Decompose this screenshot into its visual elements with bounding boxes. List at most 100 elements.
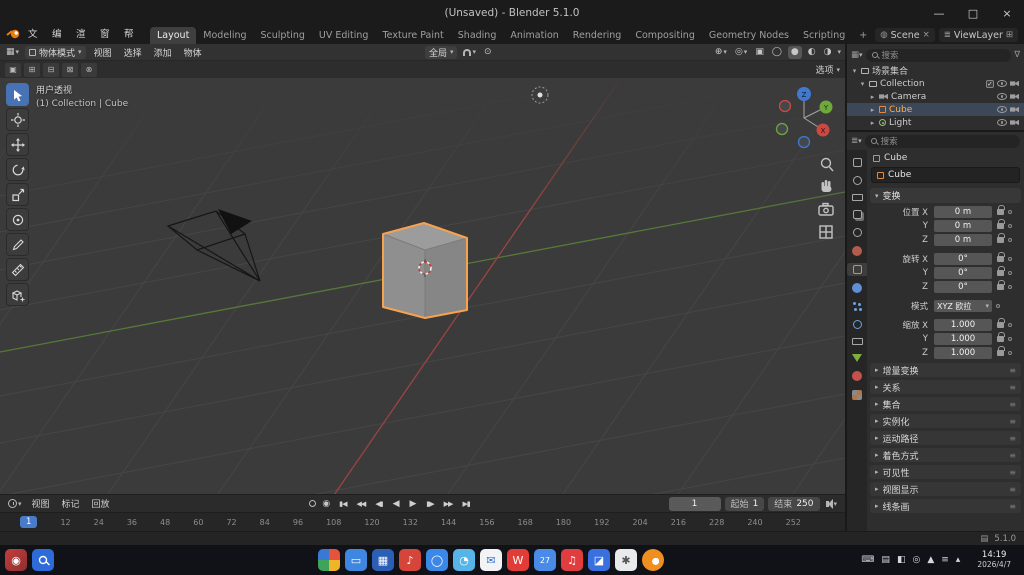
panel-relations[interactable]: ▸ 关系 ≡ (870, 380, 1021, 394)
hide-eye-icon[interactable] (997, 119, 1007, 126)
render-visibility-icon[interactable] (1010, 93, 1019, 100)
prev-frame-button[interactable]: ◀▮ (372, 500, 385, 508)
play-button[interactable]: ▶ (406, 499, 419, 509)
select-mode-invert-button[interactable]: ⊠ (62, 62, 78, 77)
animate-dot[interactable] (1008, 285, 1012, 289)
3d-viewport[interactable]: Z Y X 用户透视 (1) Collection | Cube (0, 78, 845, 494)
taskbar-search-button[interactable] (32, 549, 54, 571)
display-icon[interactable]: ▤ (881, 555, 890, 565)
vp-menu-add[interactable]: 添加 (150, 46, 176, 59)
collection-checkbox[interactable]: ✓ (986, 79, 994, 88)
transform-orientation-dropdown[interactable]: 全局 ▾ (424, 45, 458, 59)
blender-logo-icon[interactable] (6, 28, 21, 42)
animate-dot[interactable] (1008, 337, 1012, 341)
play-reverse-button[interactable]: ◀ (390, 499, 403, 509)
animate-dot[interactable] (1008, 323, 1012, 327)
network-icon[interactable]: ◎ (912, 555, 920, 565)
panel-instancing[interactable]: ▸ 实例化 ≡ (870, 414, 1021, 428)
workspace-tab-animation[interactable]: Animation (503, 27, 565, 44)
tab-particles[interactable] (847, 300, 867, 313)
taskbar-clock[interactable]: 14:19 2026/4/7 (977, 550, 1011, 569)
outliner-display-mode-button[interactable]: ▦▾ (851, 50, 863, 60)
rotation-x-field[interactable]: 0° (934, 253, 992, 265)
current-frame-field[interactable]: 1 (668, 496, 721, 511)
tab-world[interactable] (847, 244, 867, 258)
toggle-xray-button[interactable]: ▣ (753, 46, 766, 59)
launcher-button[interactable]: ◉ (5, 549, 27, 571)
lock-icon[interactable] (997, 266, 1005, 276)
location-x-field[interactable]: 0 m (934, 206, 992, 218)
properties-search-input[interactable]: 搜索 (864, 134, 1020, 148)
animate-dot[interactable] (996, 304, 1000, 308)
animate-dot[interactable] (1008, 210, 1012, 214)
tab-physics[interactable] (847, 318, 867, 331)
tab-render[interactable] (847, 174, 867, 187)
outliner-search-input[interactable]: 搜索 (865, 48, 1012, 62)
taskbar-app-browser[interactable]: ◯ (426, 549, 448, 571)
menu-render[interactable]: 渲染 (70, 27, 93, 56)
editor-type-button[interactable]: ▦ ▾ (4, 46, 21, 59)
lock-icon[interactable] (997, 346, 1005, 356)
scene-selector[interactable]: ◍ Scene × (875, 28, 935, 42)
tab-texture[interactable] (847, 388, 867, 402)
rotation-y-field[interactable]: 0° (934, 267, 992, 279)
properties-editor-type-button[interactable]: ≣▾ (851, 136, 862, 146)
tool-options-dropdown[interactable]: 选项 ▾ (815, 63, 840, 77)
frame-start-field[interactable]: 起始 1 (724, 496, 765, 511)
shading-dropdown[interactable]: ▾ (837, 48, 841, 56)
hide-eye-icon[interactable] (997, 106, 1007, 113)
lock-icon[interactable] (997, 318, 1005, 328)
rotation-mode-dropdown[interactable]: XYZ 欧拉 ▾ (934, 300, 992, 312)
tab-view-layer[interactable] (847, 208, 867, 221)
lock-icon[interactable] (997, 219, 1005, 229)
shading-material-button[interactable]: ◐ (806, 46, 818, 59)
workspace-tab-modeling[interactable]: Modeling (196, 27, 253, 44)
timeline-ruler[interactable]: 1 12 24 36 48 60 72 84 96 108 120 132 14… (0, 512, 845, 531)
tab-object-data[interactable] (847, 352, 867, 364)
outliner-row-camera[interactable]: ▸ Camera (847, 90, 1024, 103)
viewlayer-selector[interactable]: ≣ ViewLayer ⊞ (938, 28, 1019, 42)
object-name-field[interactable]: Cube (871, 167, 1020, 183)
location-y-field[interactable]: 0 m (934, 220, 992, 232)
outliner-row-cube[interactable]: ▸ Cube (847, 103, 1024, 116)
taskbar-app-settings[interactable]: ✱ (615, 549, 637, 571)
scale-x-field[interactable]: 1.000 (934, 319, 992, 331)
scene-unlink-icon[interactable]: × (923, 30, 930, 40)
keying-set-button[interactable]: ◉ (320, 497, 332, 510)
vp-menu-view[interactable]: 视图 (90, 46, 116, 59)
add-workspace-button[interactable]: + (852, 27, 874, 44)
battery-icon[interactable]: ◧ (897, 555, 906, 565)
select-mode-extend-button[interactable]: ⊞ (24, 62, 40, 77)
timeline-menu-playback[interactable]: 回放 (88, 497, 114, 510)
new-viewlayer-icon[interactable]: ⊞ (1006, 30, 1013, 40)
prev-keyframe-button[interactable]: ◀◀ (354, 500, 369, 508)
measure-tool[interactable] (6, 258, 29, 281)
snap-magnet-button[interactable]: ▾ (461, 46, 478, 59)
lock-icon[interactable] (997, 280, 1005, 290)
proportional-edit-button[interactable]: ⊙ (482, 46, 494, 59)
panel-line-art[interactable]: ▸ 线条画 ≡ (870, 499, 1021, 513)
maximize-button[interactable]: □ (956, 0, 990, 26)
workspace-tab-uv-editing[interactable]: UV Editing (312, 27, 376, 44)
taskbar-app-music-player[interactable]: ♫ (561, 549, 583, 571)
timeline-playhead[interactable]: 1 (20, 516, 38, 528)
show-gizmo-button[interactable]: ⊕ ▾ (713, 46, 729, 59)
tab-scene[interactable] (847, 226, 867, 239)
menu-tray-icon[interactable]: ≡ (941, 555, 949, 565)
tab-output[interactable] (847, 192, 867, 203)
workspace-tab-layout[interactable]: Layout (150, 26, 197, 44)
scale-z-field[interactable]: 1.000 (934, 347, 992, 359)
ortho-grid-icon[interactable] (819, 225, 833, 239)
taskbar-app-music-163[interactable]: ♪ (399, 549, 421, 571)
transform-panel-header[interactable]: ▾ 变换 (870, 188, 1021, 203)
menu-window[interactable]: 窗口 (94, 27, 117, 56)
outliner-row-scene-collection[interactable]: ▾ 场景集合 (847, 64, 1024, 78)
keyboard-icon[interactable]: ⌨ (861, 555, 874, 565)
animate-dot[interactable] (1008, 351, 1012, 355)
lock-icon[interactable] (997, 205, 1005, 215)
add-primitive-tool[interactable] (6, 283, 29, 306)
shading-rendered-button[interactable]: ◑ (822, 46, 834, 59)
taskbar-app-blender[interactable] (642, 549, 664, 571)
minimize-button[interactable]: — (922, 0, 956, 26)
taskbar-app-wps[interactable]: W (507, 549, 529, 571)
